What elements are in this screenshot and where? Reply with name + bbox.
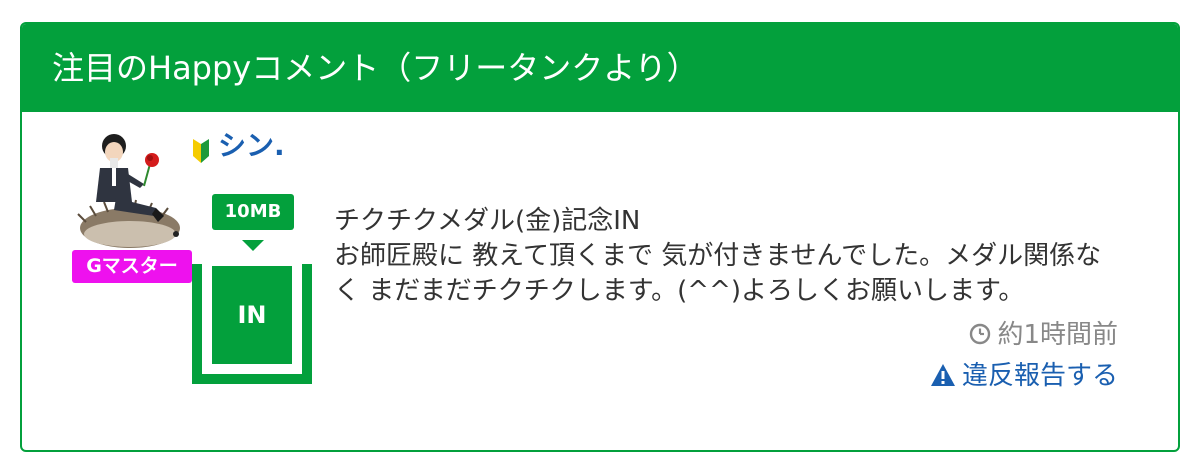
down-arrow-icon bbox=[242, 240, 264, 251]
tank-action-label: IN bbox=[237, 301, 267, 329]
avatar-image bbox=[77, 134, 180, 248]
report-link-label[interactable]: 違反報告する bbox=[962, 361, 1118, 391]
report-violation-link[interactable]: 違反報告する bbox=[930, 358, 1118, 394]
rank-badge: Gマスター bbox=[72, 250, 192, 283]
beginner-leaf-icon bbox=[193, 139, 209, 163]
timestamp-text: 約1時間前 bbox=[997, 320, 1118, 350]
user-avatar[interactable]: Gマスター bbox=[72, 130, 192, 283]
user-name-link[interactable]: シン. bbox=[218, 126, 285, 166]
comment-line-1: チクチクメダル(金)記念IN bbox=[334, 206, 641, 236]
tank-amount-badge: 10MB bbox=[212, 194, 294, 230]
clock-icon bbox=[970, 323, 991, 345]
comment-text: チクチクメダル(金)記念IN お師匠殿に 教えて頂くまで 気が付きませんでした。… bbox=[334, 204, 1124, 309]
happy-comment-panel: 注目のHappyコメント（フリータンクより） Gマスター シン. 10MB IN… bbox=[20, 22, 1180, 452]
panel-title: 注目のHappyコメント（フリータンクより） bbox=[22, 24, 1178, 112]
warning-icon bbox=[930, 364, 955, 386]
comment-timestamp: 約1時間前 bbox=[969, 318, 1118, 352]
comment-item: Gマスター シン. 10MB IN チクチクメダル(金)記念IN お師匠殿に 教… bbox=[22, 112, 1178, 450]
comment-line-2: お師匠殿に 教えて頂くまで 気が付きませんでした。メダル関係なく まだまだチクチ… bbox=[334, 241, 1102, 306]
tank-gauge: IN bbox=[192, 264, 312, 384]
